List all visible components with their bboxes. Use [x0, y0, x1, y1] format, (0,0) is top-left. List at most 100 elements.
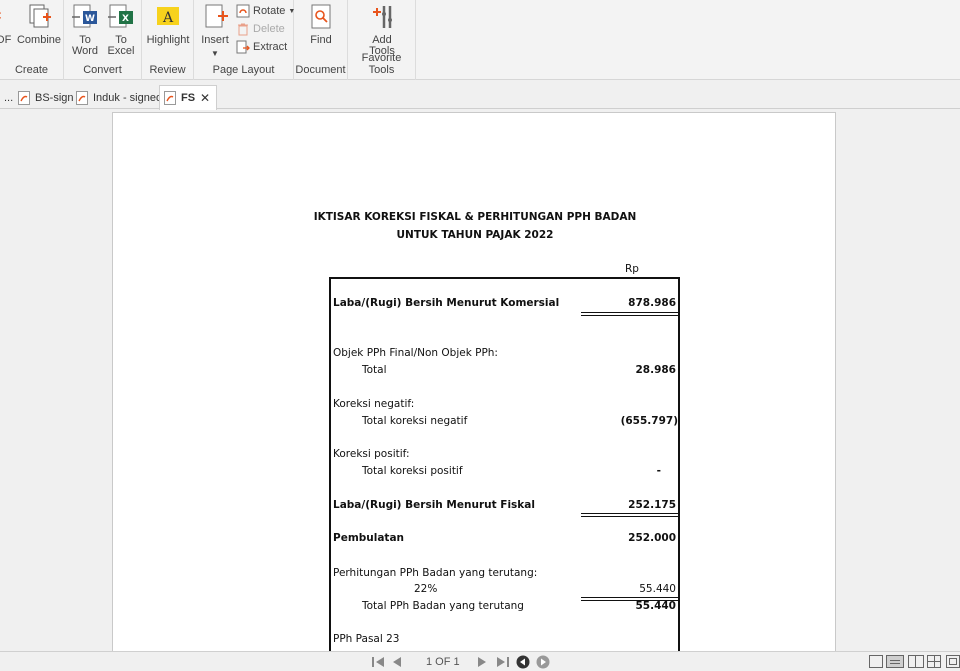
extract-button[interactable]: Extract — [236, 39, 287, 55]
combine-button[interactable]: Combine — [16, 2, 62, 46]
rotate-label: Rotate — [253, 5, 286, 17]
next-page-button[interactable] — [477, 655, 487, 669]
total-pph-value: 55.440 — [635, 600, 676, 612]
convert-group-label: Convert — [83, 64, 122, 76]
delete-button[interactable]: Delete — [236, 21, 285, 37]
table-row: Laba/(Rugi) Bersih Menurut Komersial 878… — [331, 297, 678, 313]
rotate-button[interactable]: Rotate ▼ — [236, 3, 295, 19]
combine-icon — [24, 2, 54, 32]
page-layout-group-label: Page Layout — [212, 64, 275, 76]
find-label: Find — [310, 34, 332, 46]
koreksi-negatif-label: Koreksi negatif: — [333, 398, 415, 410]
koreksi-positif-label: Koreksi positif: — [333, 448, 410, 460]
total-value: 28.986 — [635, 364, 676, 376]
create-pdf-icon: ✱ — [0, 2, 19, 32]
last-page-icon — [497, 657, 509, 667]
create-group-label: Create — [14, 64, 49, 76]
find-button[interactable]: Find — [304, 2, 338, 46]
laba-fiskal-value: 252.175 — [628, 499, 676, 511]
extract-icon — [236, 40, 250, 54]
rotate-icon — [236, 4, 250, 18]
table-row: PPh Pasal 23 — [331, 633, 678, 649]
to-excel-label-2: Excel — [107, 45, 135, 57]
table-row: Total koreksi positif - — [331, 465, 678, 481]
insert-dropdown-icon[interactable]: ▼ — [211, 48, 219, 59]
forward-arrow-icon — [536, 655, 550, 669]
create-pdf-label: DF — [0, 34, 12, 46]
highlight-button[interactable]: A Highlight — [146, 2, 190, 46]
close-icon[interactable]: ✕ — [200, 91, 210, 105]
fiscal-table: Laba/(Rugi) Bersih Menurut Komersial 878… — [329, 277, 680, 651]
back-arrow-icon — [516, 655, 530, 669]
add-tools-button[interactable]: Add Tools — [366, 2, 398, 57]
pdf-page: IKTISAR KOREKSI FISKAL & PERHITUNGAN PPH… — [112, 112, 836, 651]
back-view-button[interactable] — [516, 655, 530, 669]
combine-label: Combine — [16, 34, 62, 46]
prev-page-button[interactable] — [392, 655, 402, 669]
grid-view-icon[interactable] — [927, 655, 941, 668]
objek-final-label: Objek PPh Final/Non Objek PPh: — [333, 347, 498, 359]
tab-induk-signed-label: Induk - signed — [93, 91, 163, 104]
total-positif-label: Total koreksi positif — [362, 465, 463, 477]
table-row: Objek PPh Final/Non Objek PPh: — [331, 347, 678, 363]
total-pph-label: Total PPh Badan yang terutang — [362, 600, 524, 612]
tab-fs[interactable]: FS ✕ — [159, 85, 217, 110]
table-row: Total PPh Badan yang terutang 55.440 — [331, 600, 678, 616]
delete-label: Delete — [253, 23, 285, 35]
pembulatan-label: Pembulatan — [333, 532, 405, 544]
to-excel-button[interactable]: X To Excel — [106, 2, 136, 57]
cover-view-icon[interactable] — [946, 655, 960, 668]
excel-icon: X — [106, 2, 136, 32]
insert-icon — [200, 2, 230, 32]
table-row: Total 28.986 — [331, 364, 678, 380]
highlight-icon: A — [153, 2, 183, 32]
tab-overflow-label: ... — [4, 91, 14, 104]
document-subtitle: UNTUK TAHUN PAJAK 2022 — [396, 229, 554, 241]
tarif-value: 55.440 — [639, 583, 676, 595]
word-icon: W — [70, 2, 100, 32]
document-tab-bar: ... BS-sign Induk - signed FS ✕ — [0, 81, 960, 110]
double-underline — [581, 513, 678, 517]
highlight-label: Highlight — [146, 34, 190, 46]
laba-fiskal-label: Laba/(Rugi) Bersih Menurut Fiskal — [333, 499, 535, 511]
document-viewport[interactable]: IKTISAR KOREKSI FISKAL & PERHITUNGAN PPH… — [0, 110, 960, 651]
to-word-label-2: Word — [71, 45, 99, 57]
ribbon-toolbar: ✱ DF Combine Create W — [0, 0, 960, 80]
svg-text:✱: ✱ — [0, 6, 2, 27]
tab-induk-signed[interactable]: Induk - signed — [72, 86, 166, 109]
first-page-button[interactable] — [371, 655, 385, 669]
extract-label: Extract — [253, 41, 288, 53]
forward-view-button[interactable] — [536, 655, 550, 669]
trash-icon — [236, 22, 250, 36]
pph23-label: PPh Pasal 23 — [333, 633, 400, 645]
prev-page-icon — [393, 657, 401, 667]
svg-text:A: A — [162, 10, 174, 26]
create-pdf-button[interactable]: ✱ DF — [0, 2, 14, 46]
to-word-button[interactable]: W To Word — [70, 2, 100, 57]
facing-view-icon[interactable] — [908, 655, 924, 668]
document-group: Find Document — [294, 0, 348, 80]
review-group: A Highlight Review — [142, 0, 194, 80]
status-bar: 1 OF 1 — [0, 651, 960, 671]
review-group-label: Review — [149, 64, 186, 76]
table-row: Koreksi negatif: — [331, 398, 678, 414]
document-title: IKTISAR KOREKSI FISKAL & PERHITUNGAN PPH… — [313, 211, 637, 223]
total-label: Total — [362, 364, 387, 376]
table-row: Total koreksi negatif (655.797) — [331, 415, 678, 431]
single-page-view-icon[interactable] — [869, 655, 883, 668]
insert-label: Insert — [201, 34, 229, 46]
perhitungan-label: Perhitungan PPh Badan yang terutang: — [333, 567, 538, 579]
currency-label: Rp — [625, 263, 639, 275]
favorite-tools-group-label: Favorite Tools — [361, 52, 402, 76]
tab-bs-sign[interactable]: BS-sign — [14, 86, 78, 109]
continuous-view-icon[interactable] — [886, 655, 904, 668]
pdf-file-icon — [164, 91, 176, 105]
tab-fs-label: FS — [181, 92, 196, 104]
document-group-label: Document — [295, 64, 346, 76]
insert-button[interactable]: Insert ▼ — [198, 2, 232, 59]
tab-bs-sign-label: BS-sign — [35, 91, 74, 104]
table-row: Koreksi positif: — [331, 448, 678, 464]
last-page-button[interactable] — [496, 655, 510, 669]
table-row: Pembulatan 252.000 — [331, 532, 678, 548]
page-indicator[interactable]: 1 OF 1 — [426, 655, 460, 669]
